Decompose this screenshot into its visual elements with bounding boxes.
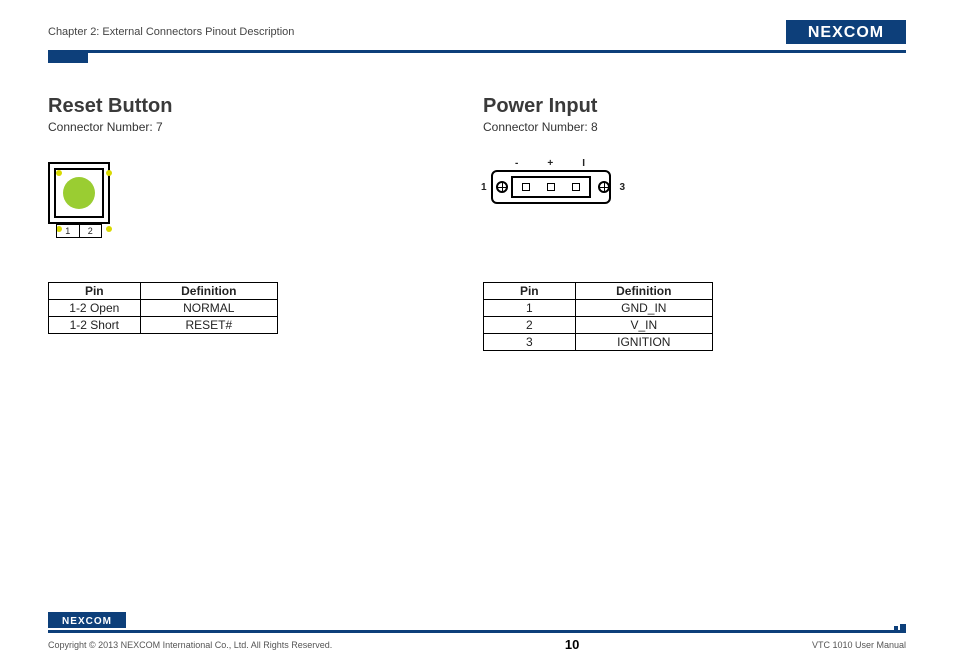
reset-th-pin: Pin: [49, 283, 141, 300]
screw-icon: [496, 181, 508, 193]
power-input-diagram: - + I 1 3: [483, 162, 623, 222]
chapter-title: Chapter 2: External Connectors Pinout De…: [48, 26, 294, 38]
footer-rule: [48, 630, 906, 633]
power-connector-number: Connector Number: 8: [483, 120, 906, 134]
pin-square-icon: [547, 183, 555, 191]
svg-text:NEXCOM: NEXCOM: [808, 24, 884, 41]
power-side-label-3: 3: [619, 182, 625, 193]
header-rule: [48, 50, 906, 53]
power-pin-table: Pin Definition 1 GND_IN 2 V_IN 3 IGNITIO…: [483, 282, 713, 351]
pin-square-icon: [522, 183, 530, 191]
table-row: 1 GND_IN: [484, 300, 713, 317]
reset-pin-table: Pin Definition 1-2 Open NORMAL 1-2 Short…: [48, 282, 278, 334]
power-side-label-1: 1: [481, 182, 487, 193]
table-row: 1-2 Open NORMAL: [49, 300, 278, 317]
reset-pin1-label: 1: [56, 224, 80, 238]
power-th-pin: Pin: [484, 283, 576, 300]
reset-connector-number: Connector Number: 7: [48, 120, 447, 134]
power-section-title: Power Input: [483, 95, 906, 118]
table-row: 3 IGNITION: [484, 334, 713, 351]
reset-pin2-label: 2: [80, 224, 103, 238]
nexcom-logo-bottom: NEXCOM: [48, 612, 906, 628]
manual-name: VTC 1010 User Manual: [812, 640, 906, 650]
table-row: 1-2 Short RESET#: [49, 317, 278, 334]
reset-section-title: Reset Button: [48, 95, 447, 118]
reset-button-circle-icon: [63, 177, 95, 209]
page-number: 10: [565, 637, 579, 652]
svg-text:NEXCOM: NEXCOM: [62, 616, 112, 627]
copyright-text: Copyright © 2013 NEXCOM International Co…: [48, 640, 332, 650]
power-top-label-ign: I: [582, 158, 585, 169]
reset-th-def: Definition: [140, 283, 277, 300]
screw-icon: [598, 181, 610, 193]
nexcom-logo-top: NEXCOM: [786, 20, 906, 44]
power-th-def: Definition: [575, 283, 712, 300]
table-row: 2 V_IN: [484, 317, 713, 334]
reset-button-diagram: 1 2: [48, 162, 120, 240]
power-top-label-minus: -: [515, 158, 518, 169]
pin-square-icon: [572, 183, 580, 191]
power-top-label-plus: +: [547, 158, 553, 169]
